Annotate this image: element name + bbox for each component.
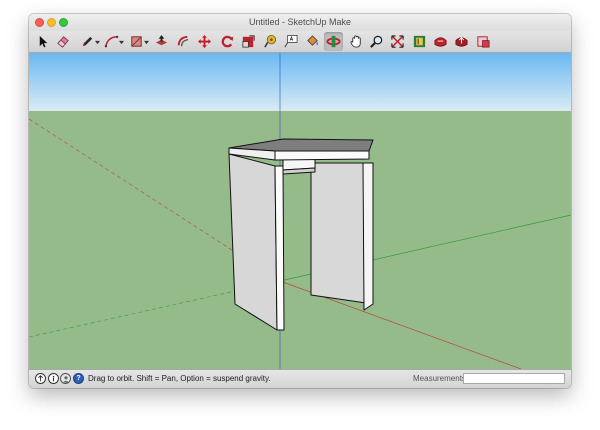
model-canvas[interactable] xyxy=(29,53,571,369)
layout-icon xyxy=(477,36,490,48)
push-pull-icon xyxy=(155,34,168,46)
sky xyxy=(29,53,571,111)
share-model-tool[interactable] xyxy=(452,32,471,51)
push-pull-tool[interactable] xyxy=(152,32,171,51)
paint-bucket-tool[interactable] xyxy=(303,32,322,51)
rotate-tool[interactable] xyxy=(218,32,237,51)
warehouse-tool[interactable] xyxy=(410,32,429,51)
orbit-icon xyxy=(326,35,341,48)
eraser-icon xyxy=(57,36,69,48)
text-tool[interactable] xyxy=(281,32,300,51)
pencil-icon xyxy=(82,36,93,47)
measurements-label: Measurements xyxy=(413,374,466,383)
select-tool[interactable] xyxy=(34,32,53,51)
offset-tool[interactable] xyxy=(174,32,193,51)
move-tool[interactable] xyxy=(195,32,214,51)
zoom-tool[interactable] xyxy=(367,32,386,51)
layout-tool[interactable] xyxy=(474,32,493,51)
eraser-tool[interactable] xyxy=(54,32,73,51)
3d-warehouse-icon xyxy=(413,35,426,48)
zoom-extents-icon xyxy=(391,35,404,48)
share-model-icon xyxy=(455,37,468,47)
text-label-icon xyxy=(284,35,298,48)
move-arrows-icon xyxy=(197,34,212,49)
status-bar: ? Drag to orbit. Shift = Pan, Option = s… xyxy=(29,369,571,388)
magnifier-icon xyxy=(370,35,383,48)
rotate-icon xyxy=(221,35,234,48)
main-toolbar xyxy=(29,31,571,53)
credits-icon[interactable] xyxy=(48,373,59,384)
measurements-input[interactable] xyxy=(463,373,565,384)
sketchup-window: Untitled - SketchUp Make ? Drag to orbit… xyxy=(29,14,571,388)
scale-icon xyxy=(242,35,255,48)
tape-measure-icon xyxy=(264,35,277,48)
geolocation-icon[interactable] xyxy=(35,373,46,384)
tape-measure-tool[interactable] xyxy=(261,32,280,51)
rectangle-icon xyxy=(131,36,142,47)
extension-warehouse-tool[interactable] xyxy=(431,32,450,51)
sign-in-user-icon[interactable] xyxy=(60,373,71,384)
3d-viewport[interactable] xyxy=(29,53,571,369)
offset-icon xyxy=(177,35,189,47)
pan-tool[interactable] xyxy=(347,32,366,51)
arc-icon xyxy=(104,35,119,48)
orbit-tool[interactable] xyxy=(324,32,343,51)
paint-bucket-icon xyxy=(307,35,318,46)
arrow-cursor-icon xyxy=(39,35,48,48)
window-title: Untitled - SketchUp Make xyxy=(248,17,352,27)
arc-tool-dropdown-icon[interactable] xyxy=(119,40,124,45)
shape-tool-dropdown-icon[interactable] xyxy=(144,40,149,45)
line-tool-dropdown-icon[interactable] xyxy=(95,40,100,45)
hand-icon xyxy=(350,35,361,48)
status-hint-text: Drag to orbit. Shift = Pan, Option = sus… xyxy=(88,374,271,383)
title-bar[interactable]: Untitled - SketchUp Make xyxy=(29,14,571,31)
scale-tool[interactable] xyxy=(239,32,258,51)
zoom-extents-tool[interactable] xyxy=(388,32,407,51)
instructor-help-icon[interactable]: ? xyxy=(73,373,84,384)
extension-warehouse-icon xyxy=(434,37,447,47)
